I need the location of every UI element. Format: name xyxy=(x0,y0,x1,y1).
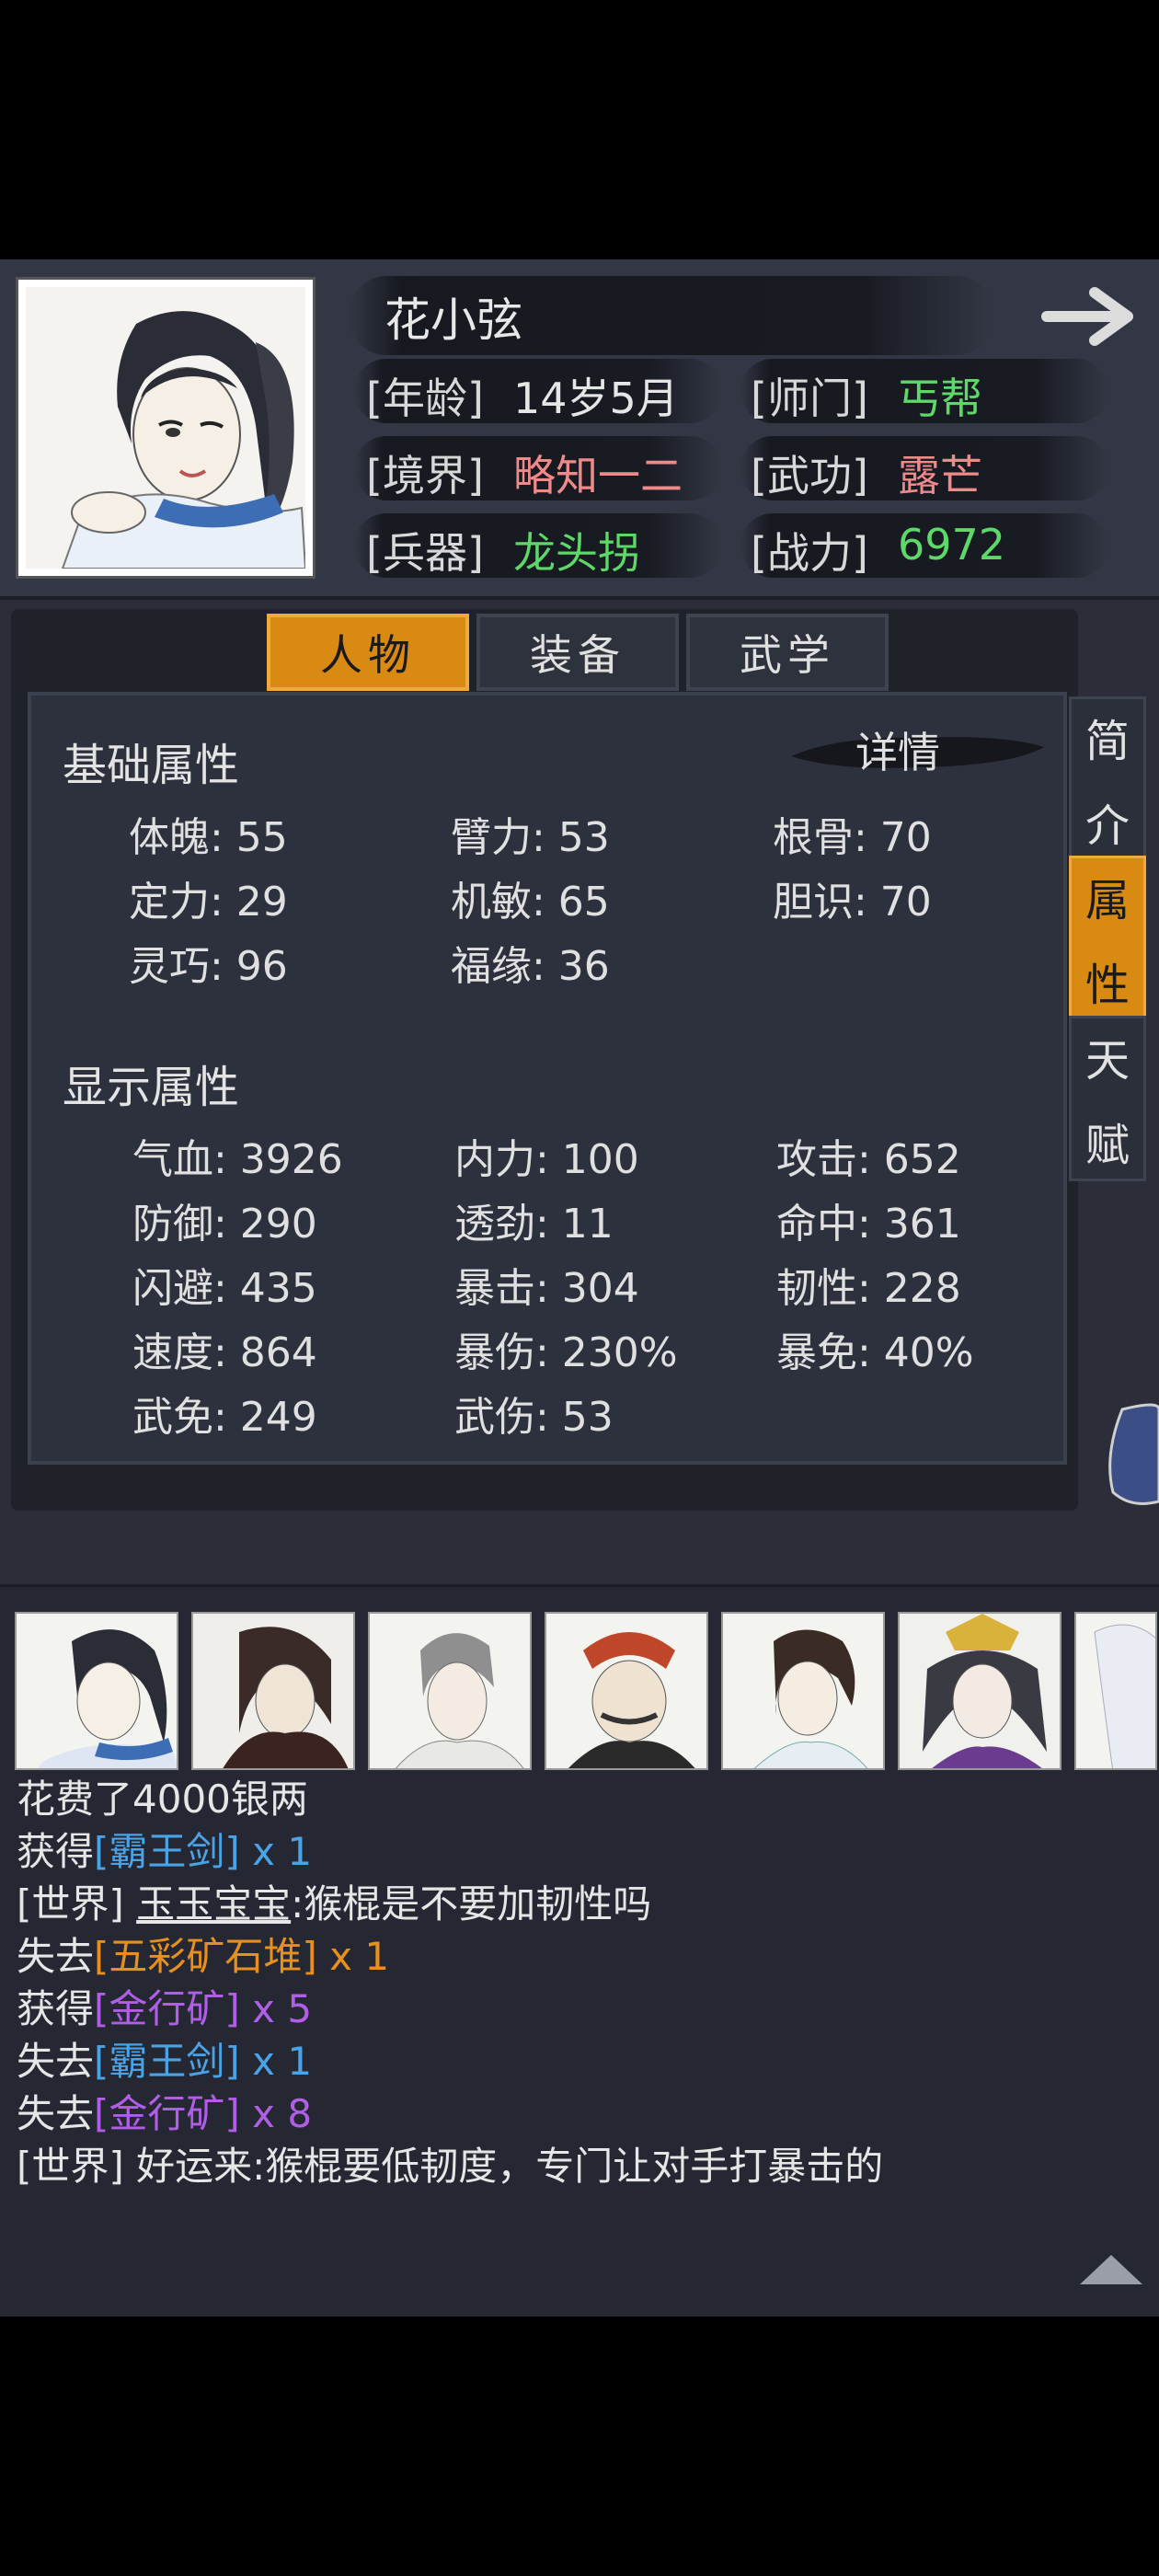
side-tab-attributes-char2: 性 xyxy=(1084,960,1130,1011)
stat-martial-resist: 武免: 249 xyxy=(132,1394,317,1441)
character-strip xyxy=(15,1612,1157,1770)
weapon-label: [兵器] xyxy=(366,528,484,578)
bottom-black-bar xyxy=(0,2317,1159,2576)
party-portrait[interactable] xyxy=(1074,1612,1157,1770)
character-header: 花小弦 [年龄] 14岁5月 [师门] 丐帮 [境界] 略知一二 [武功] 露芒… xyxy=(0,259,1159,600)
character-portrait[interactable] xyxy=(18,280,313,576)
side-book-icon[interactable] xyxy=(1104,1400,1159,1511)
stat-defense: 防御: 290 xyxy=(132,1201,317,1248)
log-line: 失去[五彩矿石堆] x 1 xyxy=(17,1926,389,1982)
item-link[interactable]: [霸王剑] xyxy=(94,2039,240,2084)
age-label: [年龄] xyxy=(366,374,484,423)
stat-penetration: 透劲: 11 xyxy=(454,1201,614,1248)
stat-gengu: 根骨: 70 xyxy=(773,814,932,861)
stat-hit: 命中: 361 xyxy=(776,1201,961,1248)
realm-label: [境界] xyxy=(366,451,484,500)
log-line: [世界] 好运来:猴棍要低韧度，专门让对手打暴击的 xyxy=(17,2135,883,2191)
weapon-value: 龙头拐 xyxy=(513,528,640,578)
side-tab-attributes-char1: 属 xyxy=(1084,875,1130,926)
stat-jimin: 机敏: 65 xyxy=(451,879,610,926)
realm-value: 略知一二 xyxy=(513,451,683,500)
log-line: 失去[霸王剑] x 1 xyxy=(17,2030,312,2087)
party-portrait[interactable] xyxy=(545,1612,708,1770)
log-line: 失去[金行矿] x 8 xyxy=(17,2083,312,2139)
triangle-up-icon[interactable] xyxy=(1076,2251,1146,2288)
tab-character[interactable]: 人物 xyxy=(267,614,469,691)
party-portrait[interactable] xyxy=(191,1612,355,1770)
stat-crit-damage: 暴伤: 230% xyxy=(454,1329,678,1376)
side-tab-attributes[interactable]: 属 性 xyxy=(1069,856,1146,1021)
age-value: 14岁5月 xyxy=(513,374,679,423)
log-count: x 5 xyxy=(239,1986,313,2031)
stat-crit: 暴击: 304 xyxy=(454,1265,639,1312)
tab-martial-arts[interactable]: 武学 xyxy=(686,614,889,691)
party-portrait[interactable] xyxy=(15,1612,178,1770)
log-channel: [世界] xyxy=(17,1881,137,1926)
party-portrait[interactable] xyxy=(721,1612,885,1770)
side-tab-talent-char2: 赋 xyxy=(1084,1120,1130,1171)
stat-hp: 气血: 3926 xyxy=(132,1136,343,1183)
log-channel: [世界] xyxy=(17,2144,137,2189)
stat-fuyuan: 福缘: 36 xyxy=(451,943,610,990)
side-tab-talent[interactable]: 天 赋 xyxy=(1069,1016,1146,1181)
arrow-right-icon[interactable] xyxy=(1039,280,1141,353)
player-link[interactable]: 玉玉宝宝 xyxy=(136,1881,291,1926)
side-tab-intro-char2: 介 xyxy=(1084,800,1130,852)
top-black-bar xyxy=(0,0,1159,259)
sect-value: 丐帮 xyxy=(898,374,982,423)
stat-tipo: 体魄: 55 xyxy=(129,814,288,861)
log-text: 好运来:猴棍要低韧度，专门让对手打暴击的 xyxy=(136,2144,884,2189)
stat-mp: 内力: 100 xyxy=(454,1136,639,1183)
side-tab-talent-char1: 天 xyxy=(1084,1035,1130,1087)
tab-equipment[interactable]: 装备 xyxy=(476,614,679,691)
item-link[interactable]: [金行矿] xyxy=(94,1986,240,2031)
stat-toughness: 韧性: 228 xyxy=(776,1265,961,1312)
stat-lingqiao: 灵巧: 96 xyxy=(129,943,288,990)
sect-label: [师门] xyxy=(751,374,868,423)
item-link[interactable]: [霸王剑] xyxy=(94,1829,240,1874)
party-portrait[interactable] xyxy=(898,1612,1061,1770)
log-line: 获得[霸王剑] x 1 xyxy=(17,1821,312,1877)
stat-danshi: 胆识: 70 xyxy=(773,879,932,926)
game-screen: 花小弦 [年龄] 14岁5月 [师门] 丐帮 [境界] 略知一二 [武功] 露芒… xyxy=(0,259,1159,2317)
side-tab-intro[interactable]: 简 介 xyxy=(1069,696,1146,862)
power-value: 6972 xyxy=(898,520,1006,569)
stat-speed: 速度: 864 xyxy=(132,1329,317,1376)
log-text: 获得 xyxy=(17,1986,95,2031)
stat-attack: 攻击: 652 xyxy=(776,1136,961,1183)
log-text: 花费了4000银两 xyxy=(17,1777,308,1822)
stat-bili: 臂力: 53 xyxy=(451,814,610,861)
stat-dodge: 闪避: 435 xyxy=(132,1265,317,1312)
log-text: 失去 xyxy=(17,2091,95,2136)
main-tabs: 人物 装备 武学 xyxy=(267,614,889,691)
details-button[interactable]: 详情 xyxy=(855,719,940,780)
log-text: 失去 xyxy=(17,1934,95,1979)
log-count: x 1 xyxy=(239,2039,313,2084)
log-count: x 8 xyxy=(239,2091,313,2136)
log-text: 失去 xyxy=(17,2039,95,2084)
log-line: 获得[金行矿] x 5 xyxy=(17,1978,312,2034)
martial-value: 露芒 xyxy=(898,451,982,500)
item-link[interactable]: [五彩矿石堆] xyxy=(94,1934,317,1979)
side-tab-intro-char1: 简 xyxy=(1084,716,1130,767)
basic-attributes-title: 基础属性 xyxy=(63,740,240,791)
log-line: 花费了4000银两 xyxy=(17,1768,308,1824)
item-link[interactable]: [金行矿] xyxy=(94,2091,240,2136)
log-line: [世界] 玉玉宝宝:猴棍是不要加韧性吗 xyxy=(17,1873,651,1929)
stat-crit-resist: 暴免: 40% xyxy=(776,1329,974,1376)
log-count: x 1 xyxy=(316,1934,390,1979)
stat-dingli: 定力: 29 xyxy=(129,879,288,926)
log-text: 获得 xyxy=(17,1829,95,1874)
display-attributes-title: 显示属性 xyxy=(63,1062,240,1113)
stat-martial-damage: 武伤: 53 xyxy=(454,1394,614,1441)
martial-label: [武功] xyxy=(751,451,868,500)
character-name: 花小弦 xyxy=(384,293,522,347)
party-portrait[interactable] xyxy=(368,1612,532,1770)
power-label: [战力] xyxy=(751,528,868,578)
log-count: x 1 xyxy=(239,1829,313,1874)
log-text: :猴棍是不要加韧性吗 xyxy=(291,1881,652,1926)
